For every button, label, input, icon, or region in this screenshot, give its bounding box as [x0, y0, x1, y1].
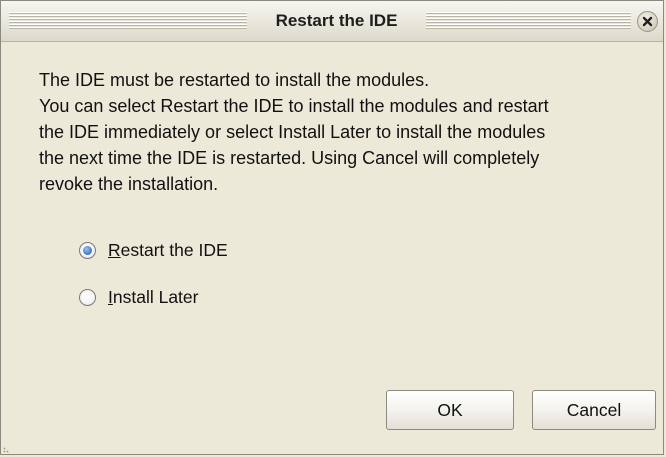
radio-button-selected[interactable] — [79, 241, 96, 259]
radio-label-text: nstall Later — [112, 286, 199, 307]
message-line: the IDE immediately or select Install La… — [39, 122, 546, 142]
dialog-title: Restart the IDE — [275, 11, 398, 30]
message-line: the next time the IDE is restarted. Usin… — [39, 148, 540, 168]
radio-label-text: estart the IDE — [120, 239, 228, 260]
message-text: The IDE must be restarted to install the… — [39, 67, 659, 197]
message-line: revoke the installation. — [39, 174, 219, 194]
radio-label-install-later[interactable]: Install Later — [108, 287, 198, 308]
radio-restart-the-ide[interactable]: Restart the IDE — [79, 238, 228, 262]
close-icon — [642, 16, 653, 27]
mnemonic-r: R — [108, 239, 121, 260]
cancel-button[interactable]: Cancel — [532, 390, 656, 430]
radio-install-later[interactable]: Install Later — [79, 285, 198, 309]
title-bar-grip-right — [426, 12, 631, 29]
radio-label-restart[interactable]: Restart the IDE — [108, 240, 228, 261]
radio-button-unselected[interactable] — [79, 288, 96, 306]
message-line: You can select Restart the IDE to instal… — [39, 96, 549, 116]
message-line: The IDE must be restarted to install the… — [39, 70, 430, 90]
close-button[interactable] — [637, 11, 658, 32]
radio-selected-dot — [83, 245, 92, 255]
title-bar-grip-left — [9, 12, 247, 29]
resize-grip-icon[interactable] — [3, 447, 9, 453]
restart-dialog: Restart the IDE The IDE must be restarte… — [0, 0, 664, 455]
ok-button[interactable]: OK — [386, 390, 514, 430]
title-bar[interactable]: Restart the IDE — [1, 1, 663, 42]
